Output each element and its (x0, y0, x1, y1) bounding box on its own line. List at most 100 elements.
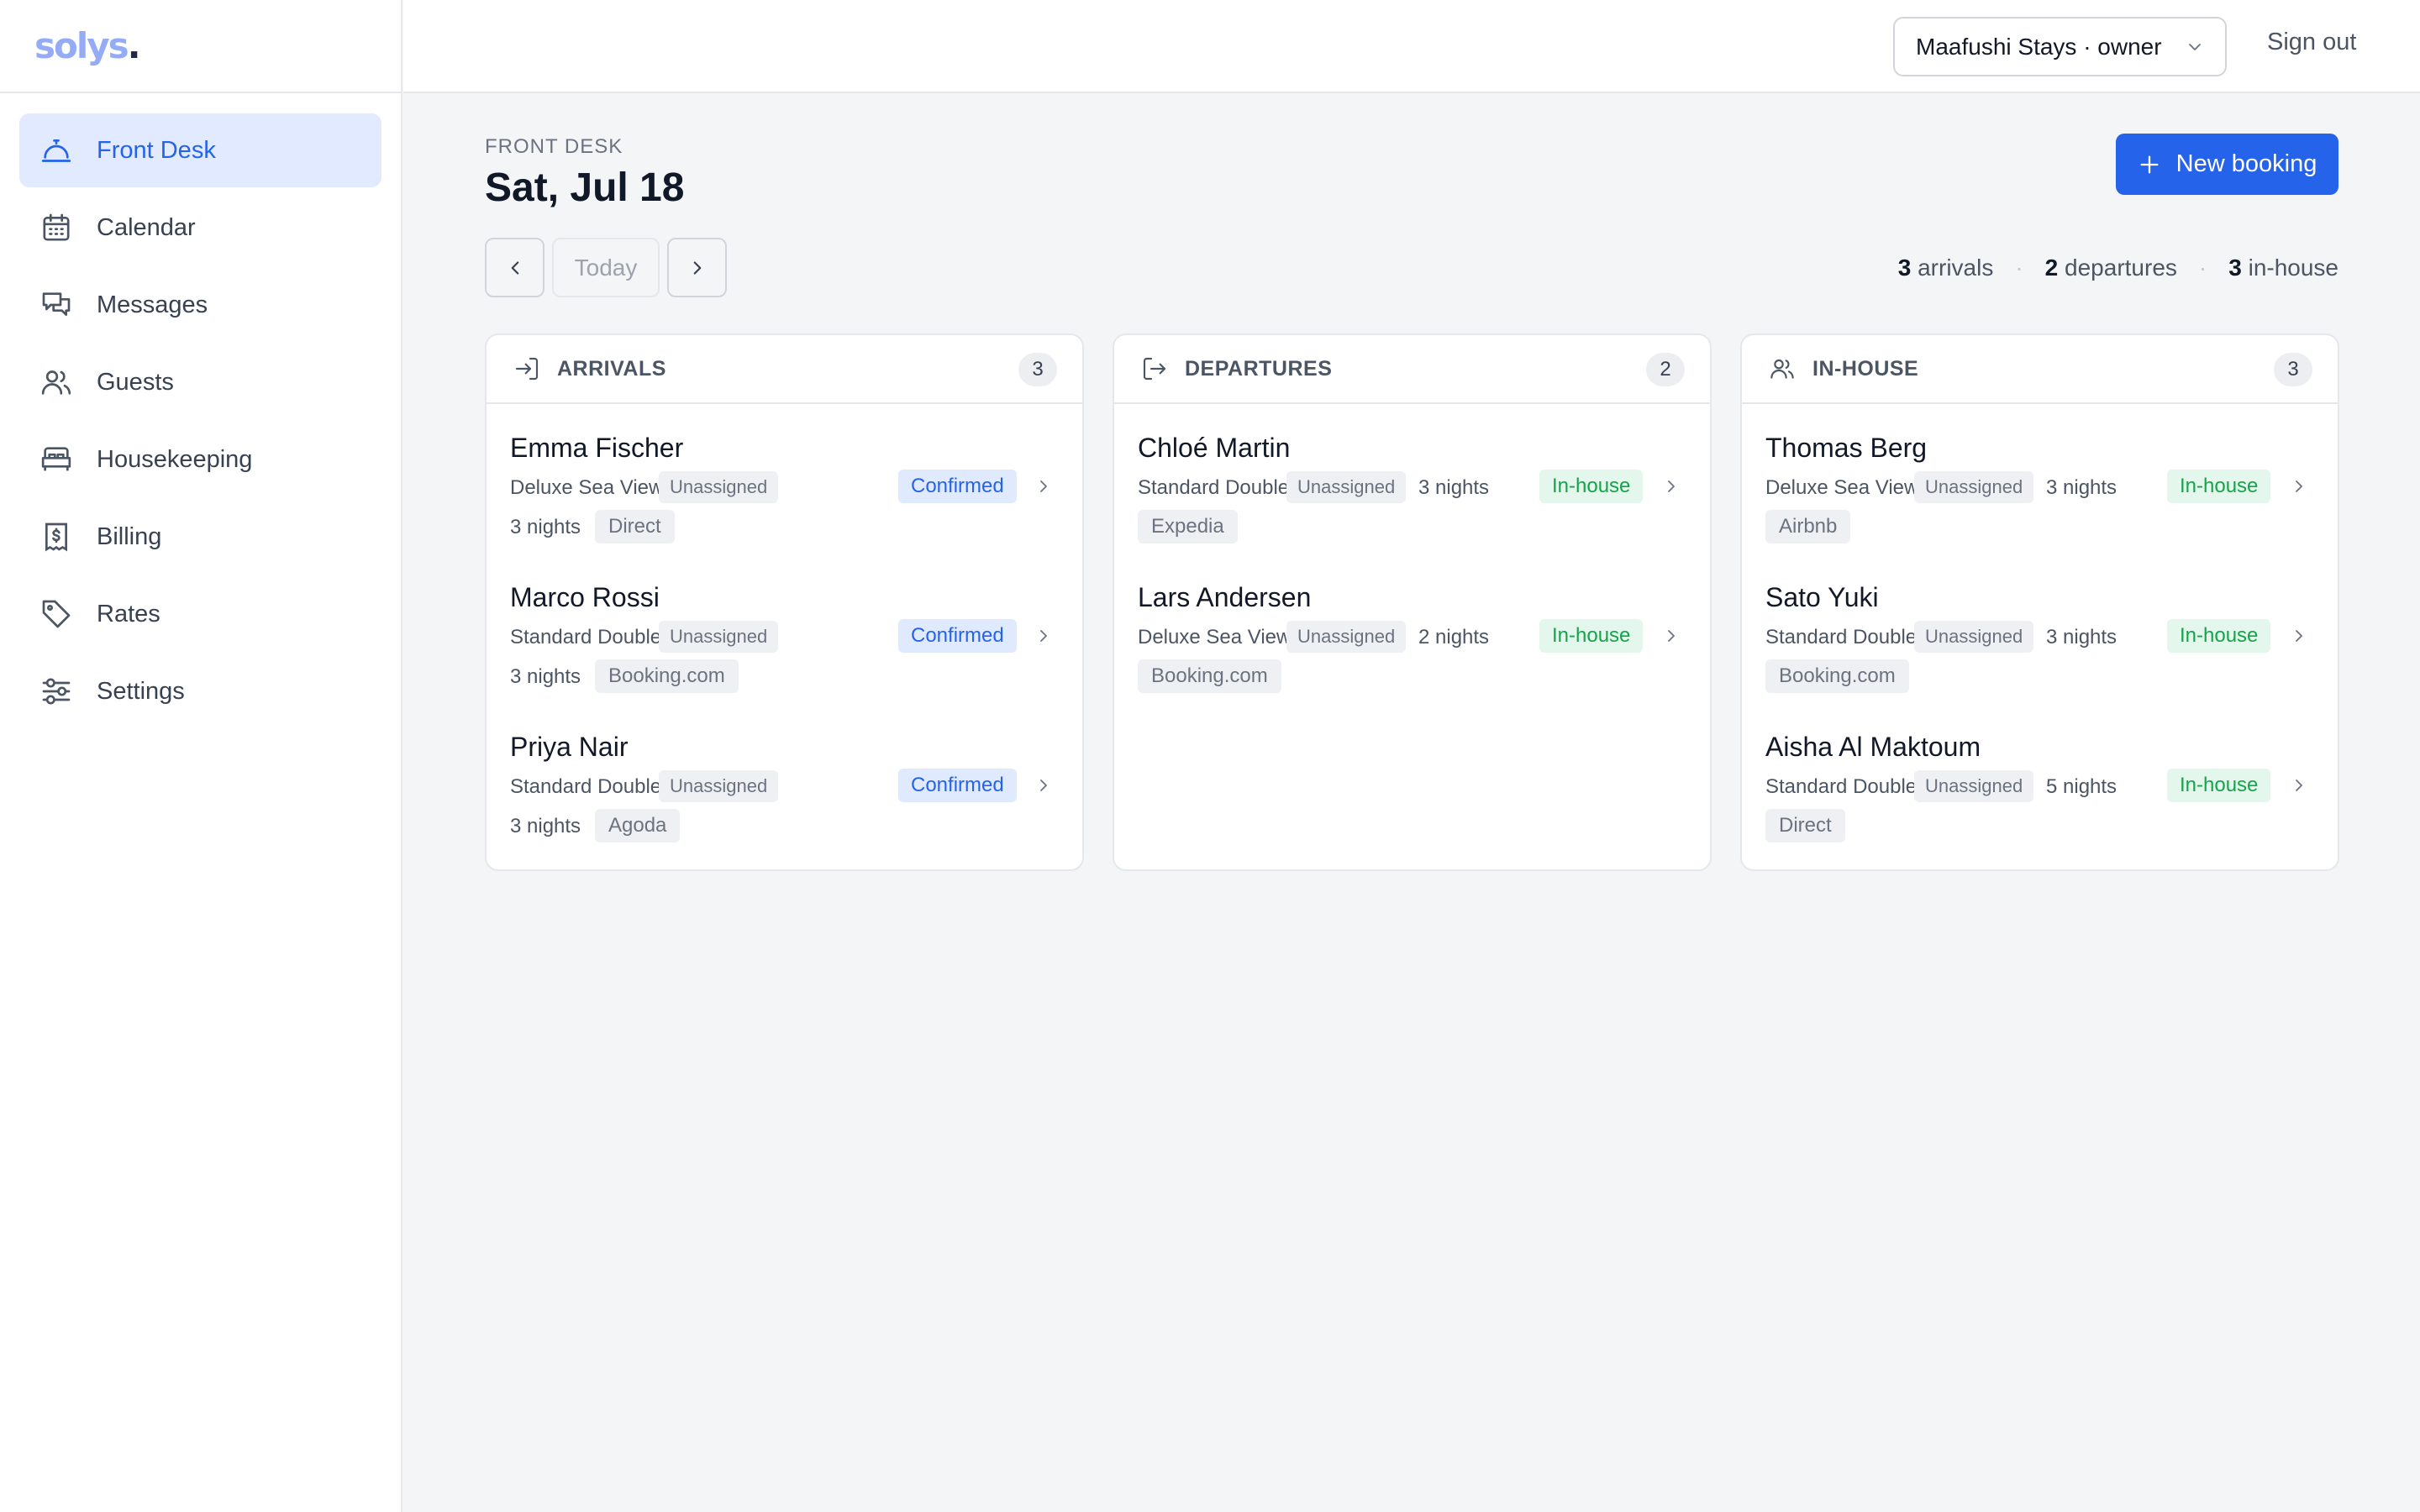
chevron-left-icon (511, 260, 518, 275)
chevron-right-icon (1040, 780, 1047, 791)
bell-icon (39, 134, 73, 167)
room-type: Deluxe Sea View (1765, 476, 1919, 499)
nights-count: 5 nights (2046, 775, 2118, 798)
new-booking-button[interactable]: New booking (2116, 134, 2338, 195)
room-assignment-badge: Unassigned (659, 621, 779, 653)
column-count-badge: 3 (1018, 353, 1057, 386)
booking-card[interactable]: Chloé Martin Standard Double Unassigned … (1114, 428, 1710, 577)
column-list: Thomas Berg Deluxe Sea View Unassigned 3… (1742, 428, 2338, 869)
receipt-icon (39, 520, 73, 554)
sidebar-item-settings[interactable]: Settings (19, 654, 381, 728)
column-header: IN-HOUSE 3 (1742, 335, 2338, 404)
tag-icon (39, 597, 73, 631)
chevron-right-icon (1668, 480, 1675, 492)
sidebar-item-label: Housekeeping (97, 445, 253, 473)
brand: solys. (0, 0, 401, 93)
sidebar-nav: Front Desk Calendar Messages Guests Hous… (0, 93, 401, 752)
next-day-button[interactable] (667, 238, 727, 297)
sidebar-item-label: Front Desk (97, 136, 216, 164)
sidebar-item-label: Messages (97, 291, 208, 318)
inhouse-count: 3 (2228, 255, 2242, 281)
chevron-down-icon (2189, 44, 2201, 50)
departures-count-label: departures (2065, 255, 2177, 281)
room-type: Standard Double (1765, 626, 1918, 648)
status-badge: In-house (1539, 619, 1644, 653)
board-columns: ARRIVALS 3 Emma Fischer Deluxe Sea View … (485, 333, 2339, 871)
nights-count: 3 nights (510, 516, 581, 538)
channel-badge: Expedia (1138, 510, 1238, 543)
chevron-right-icon (1040, 630, 1047, 642)
column-title: DEPARTURES (1185, 356, 1333, 381)
summary-separator: · (2198, 255, 2207, 281)
booking-card[interactable]: Lars Andersen Deluxe Sea View Unassigned… (1114, 577, 1710, 727)
channel-badge: Direct (595, 510, 675, 543)
channel-badge: Booking.com (1138, 659, 1281, 693)
room-type: Standard Double (1765, 775, 1918, 798)
nights-count: 3 nights (2046, 626, 2118, 648)
status-badge: Confirmed (898, 619, 1017, 653)
channel-badge: Airbnb (1765, 510, 1851, 543)
booking-card[interactable]: Thomas Berg Deluxe Sea View Unassigned 3… (1742, 428, 2338, 577)
room-assignment-badge: Unassigned (659, 770, 779, 802)
channel-badge: Booking.com (1765, 659, 1909, 693)
guest-name: Emma Fischer (510, 433, 684, 463)
room-assignment-badge: Unassigned (1914, 770, 2034, 802)
chevron-right-icon (2296, 630, 2302, 642)
column-count-badge: 2 (1646, 353, 1685, 386)
sidebar-item-label: Billing (97, 522, 162, 550)
app-logo[interactable]: solys. (34, 25, 141, 66)
bed-icon (39, 443, 73, 476)
previous-day-button[interactable] (485, 238, 544, 297)
column-header: DEPARTURES 2 (1114, 335, 1710, 404)
calendar-icon (39, 211, 73, 244)
guest-name: Lars Andersen (1138, 582, 1312, 612)
departure-icon (1143, 357, 1166, 381)
sign-out-button[interactable]: Sign out (2267, 29, 2356, 56)
plus-icon (2140, 155, 2159, 173)
arrivals-count-label: arrivals (1918, 255, 1994, 281)
nights-count: 3 nights (2046, 476, 2118, 499)
room-assignment-badge: Unassigned (1914, 621, 2034, 653)
booking-card[interactable]: Emma Fischer Deluxe Sea View Unassigned … (487, 428, 1082, 577)
channel-badge: Booking.com (595, 659, 739, 693)
section-label: FRONT DESK (485, 135, 623, 158)
sidebar-item-front-desk[interactable]: Front Desk (19, 113, 381, 187)
sidebar-item-guests[interactable]: Guests (19, 345, 381, 419)
sidebar-item-rates[interactable]: Rates (19, 577, 381, 651)
sidebar-item-messages[interactable]: Messages (19, 268, 381, 342)
today-button[interactable]: Today (552, 238, 660, 297)
column-title: IN-HOUSE (1812, 356, 1919, 381)
room-type: Deluxe Sea View (1138, 626, 1292, 648)
day-summary: 3 arrivals · 2 departures · 3 in-house (1898, 255, 2338, 281)
inhouse-column: IN-HOUSE 3 Thomas Berg Deluxe Sea View U… (1740, 333, 2339, 871)
guest-name: Sato Yuki (1765, 582, 1879, 612)
booking-card[interactable]: Marco Rossi Standard Double Unassigned 3… (487, 577, 1082, 727)
sidebar-item-calendar[interactable]: Calendar (19, 191, 381, 265)
booking-card[interactable]: Aisha Al Maktoum Standard Double Unassig… (1742, 727, 2338, 869)
nights-count: 2 nights (1418, 626, 1490, 648)
room-assignment-badge: Unassigned (1286, 471, 1407, 503)
room-type: Deluxe Sea View (510, 476, 664, 499)
room-type: Standard Double (510, 626, 662, 648)
booking-card[interactable]: Sato Yuki Standard Double Unassigned 3 n… (1742, 577, 2338, 727)
channel-badge: Direct (1765, 809, 1845, 843)
room-type: Standard Double (1138, 476, 1290, 499)
column-list: Emma Fischer Deluxe Sea View Unassigned … (487, 428, 1082, 869)
booking-card[interactable]: Priya Nair Standard Double Unassigned 3 … (487, 727, 1082, 869)
inhouse-count-label: in-house (2248, 255, 2338, 281)
chevron-right-icon (693, 260, 701, 275)
account-select[interactable]: Maafushi Stays · owner (1893, 17, 2227, 76)
arrival-icon (515, 357, 539, 381)
column-header: ARRIVALS 3 (487, 335, 1082, 404)
chevron-right-icon (2296, 480, 2302, 492)
status-badge: Confirmed (898, 470, 1017, 503)
sidebar-item-billing[interactable]: Billing (19, 500, 381, 574)
users-icon (1770, 359, 1794, 379)
status-badge: In-house (2167, 619, 2271, 653)
sidebar-item-housekeeping[interactable]: Housekeeping (19, 423, 381, 496)
status-badge: Confirmed (898, 769, 1017, 802)
sidebar-item-label: Settings (97, 677, 185, 705)
column-list: Chloé Martin Standard Double Unassigned … (1114, 428, 1710, 727)
sidebar-item-label: Calendar (97, 213, 196, 241)
chevron-right-icon (1040, 480, 1047, 492)
